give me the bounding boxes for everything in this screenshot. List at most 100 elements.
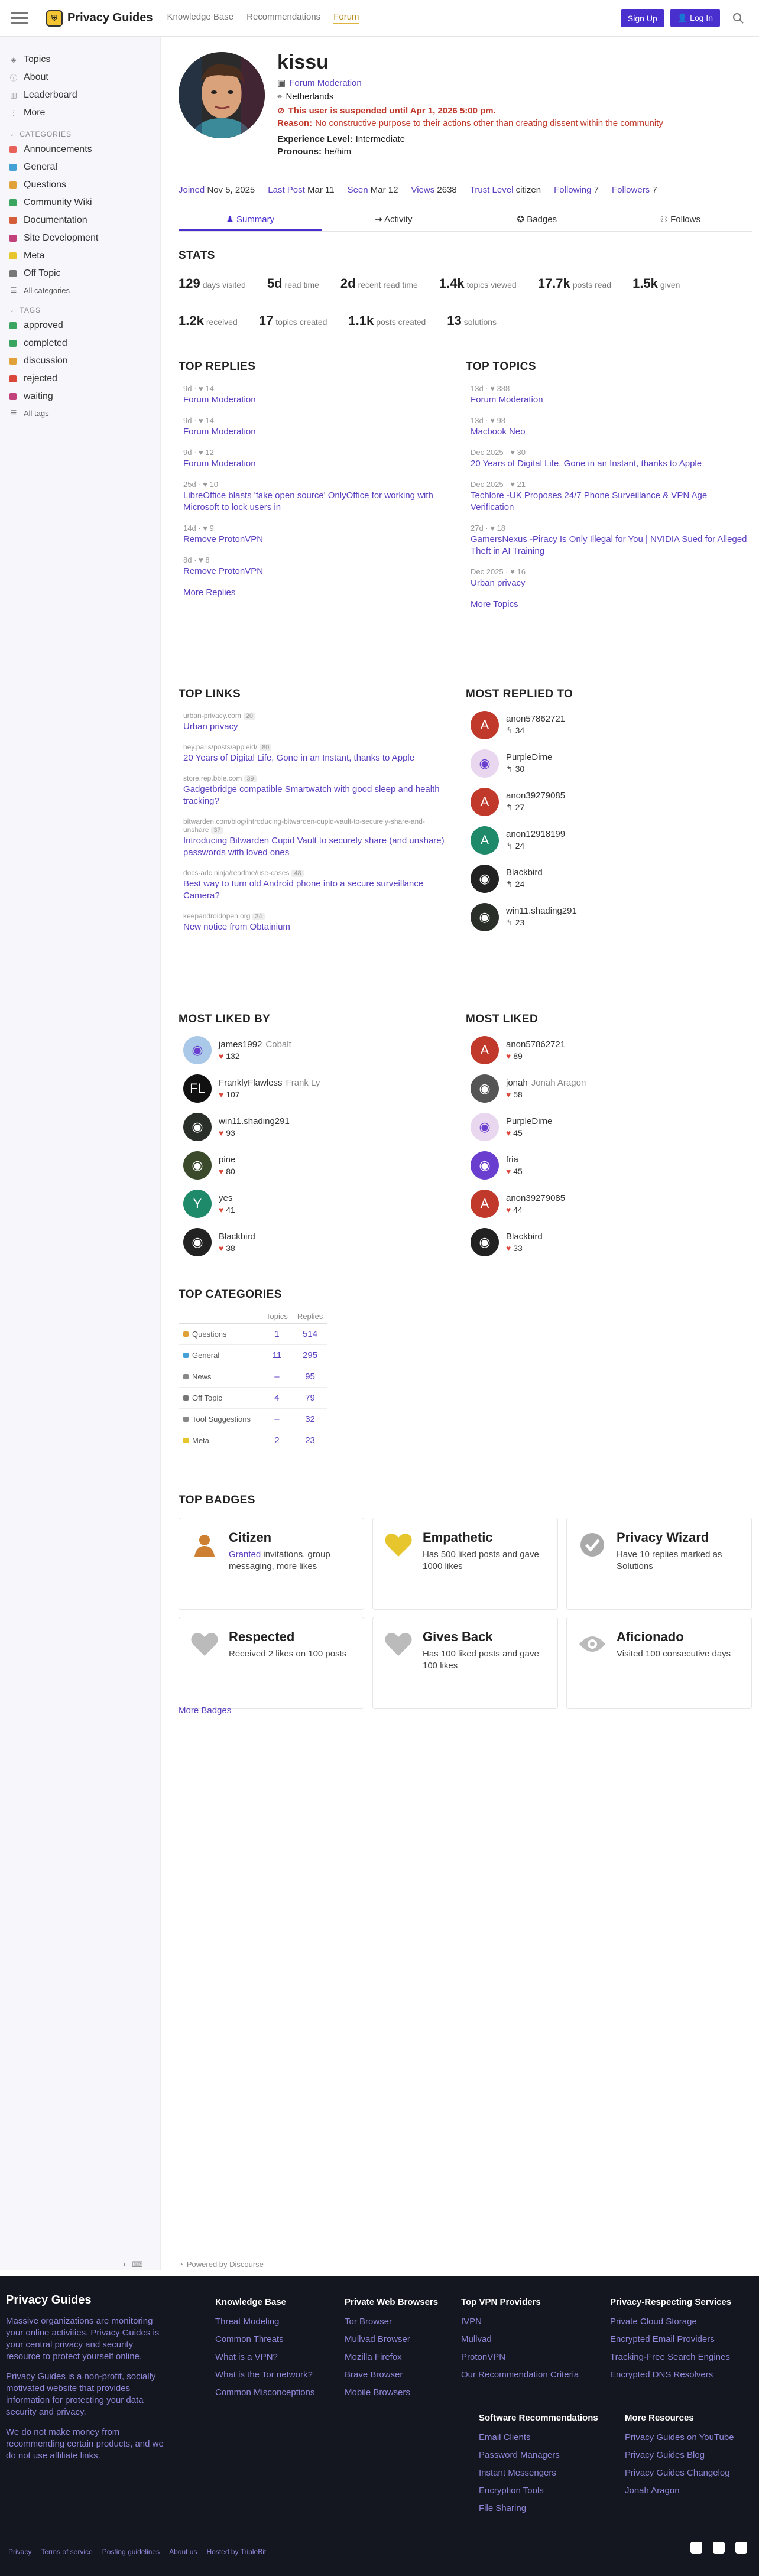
category-replies[interactable]: 514 [292,1323,328,1345]
mastodon-icon[interactable] [690,2542,702,2554]
badge-card[interactable]: Empathetic Has 500 liked posts and gave 1… [372,1518,558,1610]
more-link[interactable]: More Replies [183,587,461,597]
footer-bottom-link[interactable]: Posting guidelines [102,2548,160,2556]
hamburger-menu-icon[interactable] [11,12,28,24]
item-title-link[interactable]: Urban privacy [471,577,748,589]
user-list-item[interactable]: Aanon57862721 ↰ 34 [471,706,748,744]
tab-summary[interactable]: ♟ Summary [179,209,322,231]
more-link[interactable]: More Topics [471,599,748,609]
tab-activity[interactable]: ⇝ Activity [322,209,466,231]
sign-up-button[interactable]: Sign Up [620,9,664,27]
user-avatar[interactable]: ◉ [183,1227,212,1256]
nav-forum[interactable]: Forum [333,12,359,24]
badge-card[interactable]: Privacy Wizard Have 10 replies marked as … [566,1518,752,1610]
footer-link[interactable]: Common Misconceptions [215,2384,314,2402]
item-title-link[interactable]: LibreOffice blasts 'fake open source' On… [183,490,461,514]
sidebar-tag-completed[interactable]: completed [9,334,160,352]
item-title-link[interactable]: 20 Years of Digital Life, Gone in an Ins… [471,458,748,470]
user-name[interactable]: anon57862721 [506,1040,565,1050]
powered-by-discourse[interactable]: ◔ Powered by Discourse [179,2260,264,2269]
user-avatar[interactable]: A [471,826,499,855]
user-name[interactable]: anon57862721 [506,714,565,724]
footer-link[interactable]: Email Clients [479,2429,598,2447]
user-list-item[interactable]: FL FranklyFlawless Frank Ly ♥ 107 [183,1069,461,1107]
category-name[interactable]: Tool Suggestions [192,1415,251,1424]
footer-bottom-link[interactable]: Hosted by TripleBit [206,2548,266,2556]
footer-link[interactable]: Encryption Tools [479,2482,598,2500]
category-topics[interactable]: – [261,1366,293,1388]
sidebar-tag-waiting[interactable]: waiting [9,388,160,405]
category-replies[interactable]: 295 [292,1344,328,1366]
user-name[interactable]: fria [506,1155,518,1165]
user-list-item[interactable]: Aanon39279085 ♥ 44 [471,1184,748,1223]
badge-name[interactable]: Respected [229,1629,346,1645]
category-topics[interactable]: – [261,1408,293,1430]
footer-link[interactable]: What is a VPN? [215,2348,314,2366]
footer-link[interactable]: IVPN [461,2313,579,2331]
theme-toggle[interactable]: ◐ ⌨ [123,2260,143,2269]
user-avatar[interactable] [179,52,265,138]
footer-bottom-link[interactable]: Terms of service [41,2548,92,2556]
category-topics[interactable]: 1 [261,1323,293,1345]
link-domain[interactable]: docs-adc.ninja/readme/use-cases [183,869,289,877]
user-name[interactable]: PurpleDime [506,1116,552,1126]
user-avatar[interactable]: ◉ [471,1227,499,1256]
badge-name[interactable]: Gives Back [423,1629,547,1645]
footer-bottom-link[interactable]: Privacy [8,2548,31,2556]
user-name[interactable]: anon39279085 [506,791,565,801]
category-replies[interactable]: 32 [292,1408,328,1430]
footer-link[interactable]: Tor Browser [345,2313,438,2331]
footer-link[interactable]: Jonah Aragon [625,2482,734,2500]
category-name[interactable]: Meta [192,1436,209,1445]
footer-link[interactable]: Privacy Guides on YouTube [625,2429,734,2447]
user-list-item[interactable]: ◉ PurpleDime ♥ 45 [471,1107,748,1146]
user-list-item[interactable]: ◉ win11.shading291 ↰ 23 [471,898,748,936]
sidebar-tag-rejected[interactable]: rejected [9,370,160,388]
user-name[interactable]: Blackbird [219,1232,255,1242]
item-title-link[interactable]: Macbook Neo [471,426,748,438]
sidebar-category-off-topic[interactable]: Off Topic [9,265,160,282]
item-title-link[interactable]: Forum Moderation [183,426,461,438]
badge-name[interactable]: Privacy Wizard [617,1530,741,1545]
footer-link[interactable]: Encrypted DNS Resolvers [610,2366,731,2384]
sidebar-category-site-development[interactable]: Site Development [9,229,160,247]
user-list-item[interactable]: ◉ PurpleDime ↰ 30 [471,744,748,782]
user-name[interactable]: win11.shading291 [506,906,577,916]
footer-link[interactable]: ProtonVPN [461,2348,579,2366]
user-avatar[interactable]: A [471,787,499,816]
following-link[interactable]: Following 7 [554,185,599,195]
link-domain[interactable]: store.rep.bble.com [183,774,242,782]
user-avatar[interactable]: ◉ [471,864,499,893]
user-name[interactable]: james1992 [219,1040,262,1050]
item-title-link[interactable]: Forum Moderation [471,394,748,406]
category-replies[interactable]: 23 [292,1430,328,1451]
user-name[interactable]: PurpleDime [506,752,552,762]
sidebar-category-announcements[interactable]: Announcements [9,141,160,158]
footer-link[interactable]: Tracking-Free Search Engines [610,2348,731,2366]
link-title[interactable]: 20 Years of Digital Life, Gone in an Ins… [183,752,461,764]
footer-link[interactable]: Mullvad Browser [345,2331,438,2348]
user-list-item[interactable]: Aanon39279085 ↰ 27 [471,782,748,821]
category-replies[interactable]: 95 [292,1366,328,1388]
link-title[interactable]: Urban privacy [183,721,461,733]
category-name[interactable]: News [192,1372,212,1381]
sidebar-category-documentation[interactable]: Documentation [9,212,160,229]
footer-link[interactable]: Encrypted Email Providers [610,2331,731,2348]
footer-link[interactable]: Instant Messengers [479,2464,598,2482]
footer-link[interactable]: Mobile Browsers [345,2384,438,2402]
user-avatar[interactable]: ◉ [471,902,499,931]
link-domain[interactable]: keepandroidopen.org [183,912,250,920]
footer-link[interactable]: Private Cloud Storage [610,2313,731,2331]
sidebar-item-leaderboard[interactable]: ▥ Leaderboard [9,86,160,104]
user-list-item[interactable]: Aanon12918199 ↰ 24 [471,821,748,859]
followers-link[interactable]: Followers 7 [612,185,657,195]
last-post-value[interactable]: Mar 11 [307,185,335,195]
user-avatar[interactable]: ◉ [471,1074,499,1103]
user-avatar[interactable]: A [471,1035,499,1064]
user-list-item[interactable]: ◉ james1992 Cobalt ♥ 132 [183,1031,461,1069]
tags-section-header[interactable]: ⌄ TAGS [9,306,160,314]
sidebar-item-topics[interactable]: ◈ Topics [9,51,160,69]
item-title-link[interactable]: Forum Moderation [183,458,461,470]
user-avatar[interactable]: ◉ [183,1112,212,1141]
link-title[interactable]: Introducing Bitwarden Cupid Vault to sec… [183,835,461,859]
